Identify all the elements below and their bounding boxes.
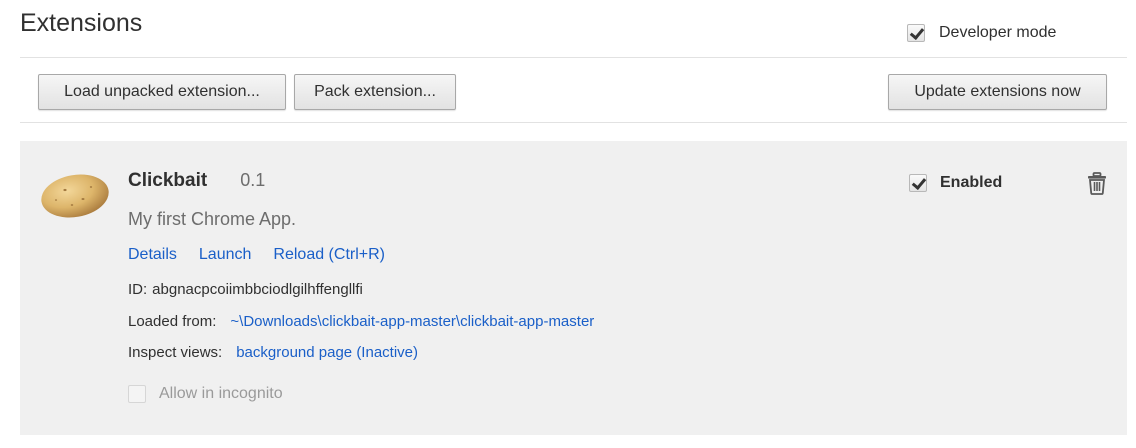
reload-link[interactable]: Reload (Ctrl+R) [273, 246, 385, 264]
extension-id-value: abgnacpcoiimbbciodlgilhffengllfi [152, 281, 363, 298]
loaded-from-path-link[interactable]: ~\Downloads\clickbait-app-master\clickba… [230, 313, 594, 330]
launch-link[interactable]: Launch [199, 246, 252, 264]
developer-mode-toggle[interactable]: Developer mode [907, 24, 1056, 42]
extension-links: Details Launch Reload (Ctrl+R) [128, 246, 407, 264]
extension-id-row: ID: abgnacpcoiimbbciodlgilhffengllfi [128, 281, 363, 298]
extension-name: Clickbait [128, 170, 208, 191]
extension-version: 0.1 [240, 170, 266, 190]
background-page-link[interactable]: background page (Inactive) [236, 344, 418, 361]
trash-icon[interactable] [1086, 172, 1108, 195]
loaded-from-row: Loaded from: ~\Downloads\clickbait-app-m… [128, 313, 594, 330]
loaded-from-label: Loaded from: [128, 313, 217, 330]
load-unpacked-extension-button[interactable]: Load unpacked extension... [38, 74, 286, 110]
extension-id-label: ID: [128, 281, 148, 298]
allow-incognito-checkbox[interactable] [128, 385, 146, 403]
allow-incognito-label: Allow in incognito [159, 385, 283, 402]
update-extensions-now-button[interactable]: Update extensions now [888, 74, 1107, 110]
page-title: Extensions [20, 9, 143, 37]
toolbar-divider [20, 122, 1127, 123]
inspect-views-label: Inspect views: [128, 344, 223, 361]
details-link[interactable]: Details [128, 246, 177, 264]
enabled-toggle[interactable]: Enabled [909, 174, 1002, 192]
allow-incognito-toggle[interactable]: Allow in incognito [128, 385, 283, 403]
extension-description: My first Chrome App. [128, 209, 297, 229]
developer-mode-label: Developer mode [939, 24, 1057, 41]
inspect-views-row: Inspect views: background page (Inactive… [128, 344, 418, 361]
enabled-label: Enabled [940, 174, 1003, 191]
pack-extension-button[interactable]: Pack extension... [294, 74, 456, 110]
extension-title: Clickbait 0.1 [128, 170, 265, 192]
potato-icon [41, 174, 109, 218]
extension-card: Clickbait 0.1 My first Chrome App. Detai… [20, 141, 1127, 435]
enabled-checkbox[interactable] [909, 174, 927, 192]
developer-mode-checkbox[interactable] [907, 24, 925, 42]
header-divider [20, 57, 1127, 58]
